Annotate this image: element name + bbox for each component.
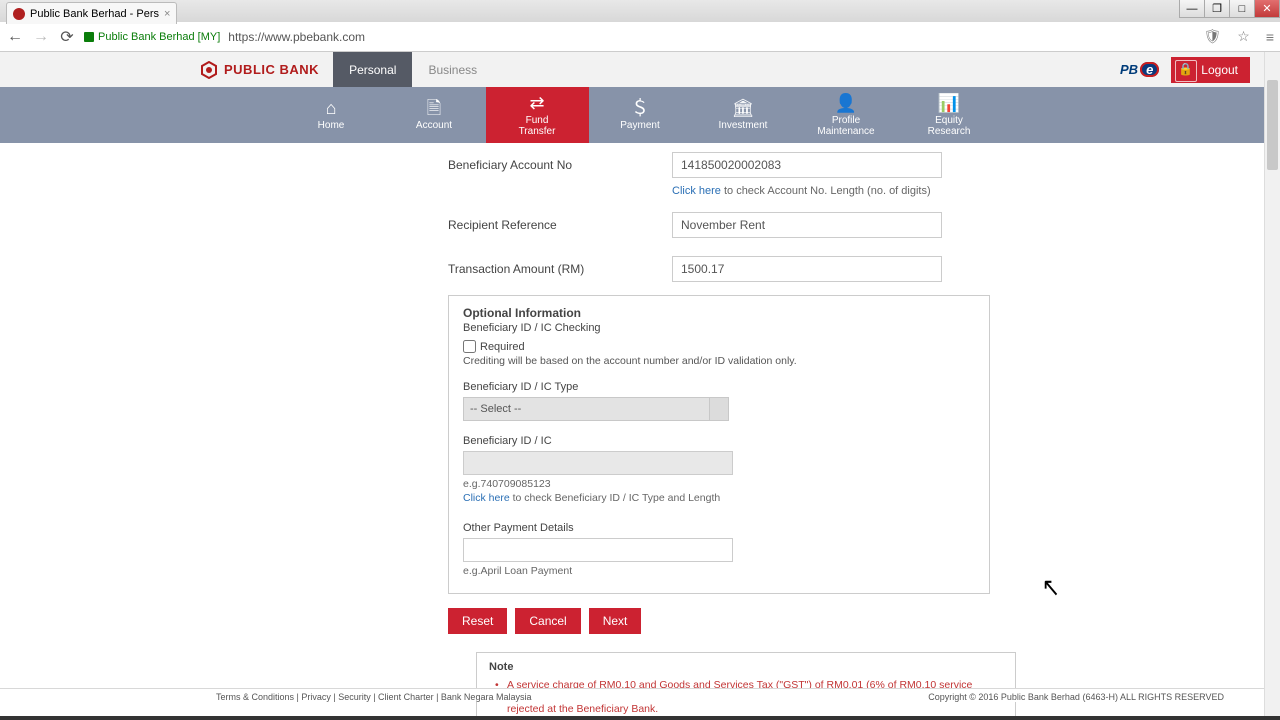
- nav-home[interactable]: ⌂Home: [280, 87, 383, 143]
- reload-button[interactable]: ⟳: [58, 27, 76, 47]
- chevron-down-icon: [715, 407, 723, 415]
- optional-info-box: Optional Information Beneficiary ID / IC…: [448, 295, 990, 594]
- other-details-input[interactable]: [463, 538, 733, 562]
- url-text[interactable]: https://www.pbebank.com: [228, 30, 365, 44]
- minimize-button[interactable]: —: [1179, 0, 1205, 18]
- top-header: PUBLIC BANK Personal Business PBe Logout: [0, 52, 1280, 87]
- nav-account[interactable]: 🗎Account: [383, 87, 486, 143]
- home-icon: ⌂: [326, 99, 337, 117]
- acct-check-hint: Click here to check Account No. Length (…: [672, 185, 1010, 197]
- required-label: Required: [480, 341, 525, 353]
- footer: Terms & Conditions | Privacy | Security …: [0, 688, 1264, 702]
- cancel-button[interactable]: Cancel: [515, 608, 580, 634]
- dollar-icon: ＄: [631, 99, 649, 117]
- form-content: Beneficiary Account No Click here to che…: [0, 143, 1280, 716]
- title-bar: Public Bank Berhad - Pers × — ❐ □ ✕: [0, 0, 1280, 22]
- optional-subtitle: Beneficiary ID / IC Checking: [463, 322, 975, 334]
- logo-text: PUBLIC BANK: [224, 62, 319, 77]
- nav-investment[interactable]: 🏛Investment: [692, 87, 795, 143]
- reset-button[interactable]: Reset: [448, 608, 507, 634]
- document-icon: 🗎: [427, 99, 441, 117]
- browser-tab[interactable]: Public Bank Berhad - Pers ×: [6, 2, 177, 24]
- footer-links[interactable]: Terms & Conditions | Privacy | Security …: [216, 692, 531, 702]
- logout-button[interactable]: Logout: [1171, 57, 1250, 83]
- person-icon: 👤: [835, 94, 857, 112]
- chart-icon: 📊: [938, 94, 960, 112]
- transfer-icon: ⇄: [529, 94, 544, 112]
- nav-payment[interactable]: ＄Payment: [589, 87, 692, 143]
- pbe-logo: PBe: [1120, 62, 1159, 77]
- other-label: Other Payment Details: [463, 522, 975, 534]
- shield-icon[interactable]: 🛡: [1203, 28, 1221, 45]
- recip-ref-input[interactable]: [672, 212, 942, 238]
- close-window-button[interactable]: ✕: [1254, 0, 1280, 18]
- id-type-label: Beneficiary ID / IC Type: [463, 381, 975, 393]
- hamburger-icon[interactable]: ≡: [1266, 29, 1274, 45]
- back-button[interactable]: ←: [6, 28, 24, 46]
- id-example: e.g.740709085123: [463, 478, 975, 490]
- url-host: Public Bank Berhad [MY]: [98, 31, 220, 43]
- close-tab-icon[interactable]: ×: [164, 8, 170, 20]
- scroll-thumb[interactable]: [1267, 80, 1278, 170]
- id-type-select: -- Select --: [463, 397, 729, 421]
- amount-label: Transaction Amount (RM): [448, 262, 672, 276]
- copyright: Copyright © 2016 Public Bank Berhad (646…: [928, 692, 1224, 702]
- nav-fund-transfer[interactable]: ⇄Fund Transfer: [486, 87, 589, 143]
- lock-icon: [84, 32, 94, 42]
- recip-ref-label: Recipient Reference: [448, 218, 672, 232]
- star-icon[interactable]: ☆: [1237, 28, 1250, 45]
- optional-title: Optional Information: [463, 306, 975, 320]
- vertical-scrollbar[interactable]: [1264, 52, 1280, 716]
- favicon: [13, 8, 25, 20]
- note-box: Note A service charge of RM0.10 and Good…: [476, 652, 1016, 716]
- tab-personal[interactable]: Personal: [333, 52, 412, 87]
- main-nav: ⌂Home 🗎Account ⇄Fund Transfer ＄Payment 🏛…: [0, 87, 1280, 143]
- restore-button[interactable]: ❐: [1204, 0, 1230, 18]
- forward-button[interactable]: →: [32, 28, 50, 46]
- note-title: Note: [489, 661, 1003, 673]
- amount-input[interactable]: [672, 256, 942, 282]
- bene-acct-label: Beneficiary Account No: [448, 158, 672, 172]
- id-check-hint: Click here to check Beneficiary ID / IC …: [463, 492, 975, 504]
- check-id-link[interactable]: Click here: [463, 492, 510, 504]
- other-example: e.g.April Loan Payment: [463, 565, 975, 577]
- nav-equity[interactable]: 📊Equity Research: [898, 87, 1001, 143]
- page-viewport: PUBLIC BANK Personal Business PBe Logout…: [0, 52, 1280, 716]
- maximize-button[interactable]: □: [1229, 0, 1255, 18]
- required-checkbox[interactable]: [463, 340, 476, 353]
- address-bar: ← → ⟳ Public Bank Berhad [MY] https://ww…: [0, 22, 1280, 52]
- bank-logo[interactable]: PUBLIC BANK: [200, 61, 319, 79]
- ssl-indicator[interactable]: Public Bank Berhad [MY]: [84, 31, 220, 43]
- taskbar: [0, 716, 1280, 720]
- tab-business[interactable]: Business: [412, 52, 493, 87]
- id-label: Beneficiary ID / IC: [463, 435, 975, 447]
- nav-profile[interactable]: 👤Profile Maintenance: [795, 87, 898, 143]
- tab-title: Public Bank Berhad - Pers: [30, 8, 159, 20]
- bene-acct-input[interactable]: [672, 152, 942, 178]
- crediting-note: Crediting will be based on the account n…: [463, 355, 975, 367]
- id-input-disabled: [463, 451, 733, 475]
- logo-icon: [200, 61, 218, 79]
- check-acct-link[interactable]: Click here: [672, 185, 721, 197]
- building-icon: 🏛: [732, 99, 755, 117]
- next-button[interactable]: Next: [589, 608, 642, 634]
